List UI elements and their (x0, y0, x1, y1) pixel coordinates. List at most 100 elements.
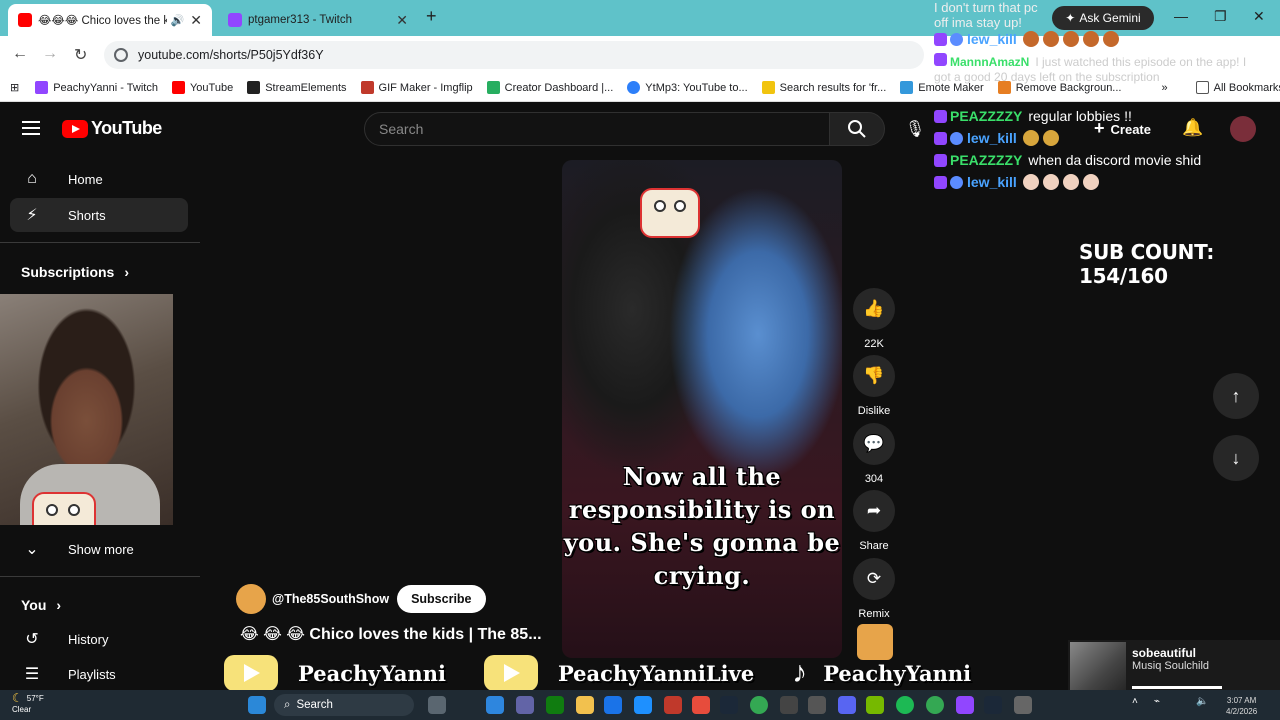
app-icon[interactable] (692, 696, 710, 714)
bookmark-item[interactable]: GIF Maker - Imgflip (360, 81, 473, 94)
weather-widget[interactable]: ☾ 57°F Clear (12, 692, 44, 715)
microphone-icon: 🎙 (904, 121, 926, 138)
sidebar-show-more[interactable]: ⌄ Show more (10, 532, 188, 566)
sidebar-divider (0, 242, 200, 243)
adobe-icon[interactable] (664, 696, 682, 714)
sidebar-item-playlists[interactable]: ☰ Playlists (10, 657, 188, 691)
store-icon[interactable] (604, 696, 622, 714)
video-title[interactable]: 😂 😂 😂 Chico loves the kids | The 85... (240, 624, 542, 644)
emote-icon (1022, 130, 1039, 146)
nvidia-icon[interactable] (866, 696, 884, 714)
subscribe-button[interactable]: Subscribe (397, 585, 486, 613)
bookmark-item[interactable]: YouTube (171, 81, 233, 94)
obs-icon[interactable] (780, 696, 798, 714)
forward-icon[interactable]: → (42, 45, 58, 63)
bookmark-item[interactable]: YtMp3: YouTube to... (627, 81, 748, 94)
weather-temp: 57°F (26, 694, 44, 703)
steam-icon[interactable] (720, 696, 738, 714)
bookmark-item[interactable]: Creator Dashboard |... (486, 81, 613, 94)
tab-title: ptgamer313 - Twitch (248, 14, 352, 26)
like-count: 22K (864, 338, 884, 350)
youtube-logo[interactable]: YouTube (62, 118, 162, 139)
tab-youtube-short[interactable]: 😂😂😂 Chico loves the kids | The 85... 🔊 ✕ (8, 4, 212, 36)
banner-item-youtube-live: PeachyYanniLive (483, 655, 754, 691)
sidebar-you-heading[interactable]: You › (21, 597, 61, 613)
reload-icon[interactable]: ↻ (74, 45, 87, 65)
twitch-icon[interactable] (956, 696, 974, 714)
sidebar-item-shorts[interactable]: ⚡ Shorts (10, 198, 188, 232)
restore-icon[interactable]: ❐ (1214, 8, 1227, 25)
close-tab-icon[interactable]: ✕ (190, 12, 202, 29)
thumbs-down-icon: 👎 (853, 355, 895, 397)
bookmark-item[interactable]: StreamElements (247, 81, 347, 94)
apps-icon[interactable]: ⊞ (10, 81, 19, 94)
sub-badge-icon (950, 32, 963, 46)
notifications-bell-icon[interactable]: 🔔 (1182, 118, 1203, 138)
steam-icon[interactable] (984, 696, 1002, 714)
sidebar-item-history[interactable]: ↺ History (10, 622, 188, 656)
menu-icon[interactable] (22, 121, 40, 139)
address-bar[interactable]: youtube.com/shorts/P50j5Ydf36Y (104, 41, 924, 69)
short-video-player[interactable]: Now all the responsibility is on you. Sh… (562, 160, 842, 658)
sidebar-subscriptions-heading[interactable]: Subscriptions › (21, 264, 129, 280)
taskbar-clock[interactable]: 3:07 AM 4/2/2026 (1226, 695, 1257, 717)
comment-icon: 💬 (853, 423, 895, 465)
site-info-icon[interactable] (114, 48, 128, 62)
minimize-icon[interactable]: — (1174, 8, 1188, 24)
account-avatar[interactable] (1230, 116, 1256, 142)
previous-short-button[interactable]: ↑ (1213, 373, 1259, 419)
chat-username: PEAZZZZY (950, 152, 1023, 168)
show-more-label: Show more (68, 541, 134, 557)
chrome-icon[interactable] (926, 696, 944, 714)
bookmark-item[interactable]: Search results for 'fr... (761, 81, 886, 94)
banner-handle: PeachyYanni (298, 660, 446, 686)
back-icon[interactable]: ← (12, 45, 28, 63)
remix-button[interactable]: ⟳ Remix (852, 558, 896, 620)
app-icon[interactable] (808, 696, 826, 714)
teams-icon[interactable] (516, 696, 534, 714)
new-tab-button[interactable]: + (426, 6, 437, 27)
settings-icon[interactable] (1014, 696, 1032, 714)
discord-icon[interactable] (838, 696, 856, 714)
taskbar-search-label: Search (296, 699, 333, 711)
windows-start-icon[interactable] (248, 696, 266, 714)
edge-icon[interactable] (486, 696, 504, 714)
channel-avatar[interactable] (236, 584, 266, 614)
comments-button[interactable]: 💬 304 (852, 423, 896, 485)
xbox-icon[interactable] (546, 696, 564, 714)
task-view-icon[interactable] (428, 696, 446, 714)
chevron-down-icon: ⌄ (25, 541, 39, 558)
chevron-up-icon[interactable]: ˄ (1132, 696, 1144, 714)
playback-progress-bar (1132, 686, 1222, 689)
outlook-icon[interactable] (634, 696, 652, 714)
channel-handle[interactable]: @The85SouthShow (272, 592, 389, 606)
window-close-icon[interactable]: ✕ (1253, 8, 1265, 25)
network-icon[interactable]: ⌁ (1154, 696, 1168, 714)
speaker-icon[interactable]: 🔊 (171, 14, 185, 27)
share-button[interactable]: ➦ Share (852, 490, 896, 552)
chat-message: MannnAmazN I just watched this episode on… (934, 53, 1254, 85)
ask-gemini-button[interactable]: ✦ Ask Gemini (1052, 6, 1154, 30)
like-button[interactable]: 👍 22K (852, 288, 896, 350)
search-input[interactable]: Search (364, 112, 830, 146)
bookmark-label: StreamElements (265, 81, 347, 94)
twitch-badge-icon (934, 53, 947, 66)
you-label: You (21, 597, 47, 613)
close-tab-icon[interactable]: ✕ (396, 12, 408, 29)
gemini-sparkle-icon: ✦ (1065, 11, 1076, 25)
dislike-button[interactable]: 👎 Dislike (852, 355, 896, 417)
search-button[interactable] (829, 112, 885, 146)
bookmark-item[interactable]: PeachyYanni - Twitch (35, 81, 158, 94)
tab-twitch[interactable]: ptgamer313 - Twitch ✕ (218, 4, 418, 36)
taskbar-search[interactable]: ⌕ Search (274, 694, 414, 716)
chat-text: regular lobbies !! (1028, 108, 1132, 124)
next-short-button[interactable]: ↓ (1213, 435, 1259, 481)
spotify-icon[interactable] (896, 696, 914, 714)
voice-search-button[interactable]: 🎙 (898, 112, 932, 146)
file-explorer-icon[interactable] (576, 696, 594, 714)
chrome-icon[interactable] (750, 696, 768, 714)
sidebar-item-home[interactable]: ⌂ Home (10, 162, 188, 196)
volume-icon[interactable]: 🔈 (1196, 696, 1210, 714)
bookmark-label: PeachyYanni - Twitch (53, 81, 158, 94)
chat-message: lew_kill (934, 174, 1103, 190)
